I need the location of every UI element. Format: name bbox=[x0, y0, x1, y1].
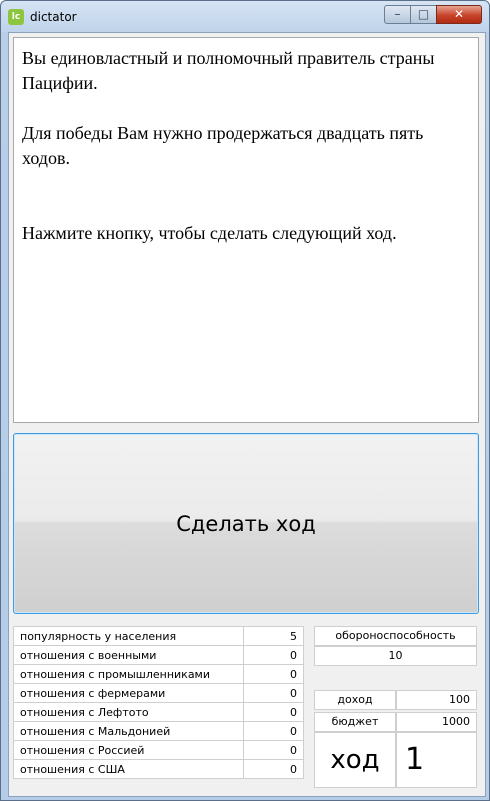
table-row: отношения с США 0 bbox=[13, 759, 304, 779]
income-label: доход bbox=[314, 690, 396, 710]
stat-value: 0 bbox=[243, 683, 304, 703]
window-title: dictator bbox=[30, 10, 77, 24]
stat-label: отношения с Россией bbox=[13, 740, 244, 760]
stat-label: отношения с США bbox=[13, 759, 244, 779]
message-spacer bbox=[22, 171, 470, 221]
stat-label: отношения с промышленниками bbox=[13, 664, 244, 684]
app-icon: lc bbox=[8, 9, 24, 25]
client-area: Вы единовластный и полномочный правитель… bbox=[8, 32, 486, 797]
message-textbox[interactable]: Вы единовластный и полномочный правитель… bbox=[13, 37, 479, 423]
message-line: Нажмите кнопку, чтобы сделать следующий … bbox=[22, 223, 397, 243]
defense-value: 10 bbox=[314, 646, 477, 666]
stat-value: 0 bbox=[243, 645, 304, 665]
stat-value: 0 bbox=[243, 702, 304, 722]
relations-table: популярность у населения 5 отношения с во… bbox=[13, 626, 304, 779]
minimize-button[interactable]: – bbox=[384, 5, 411, 24]
table-row: отношения с промышленниками 0 bbox=[13, 664, 304, 684]
stat-value: 0 bbox=[243, 664, 304, 684]
title-bar[interactable]: lc dictator – □ ✕ bbox=[1, 1, 489, 32]
turn-label: ход bbox=[314, 732, 396, 788]
make-turn-button[interactable]: Сделать ход bbox=[13, 433, 479, 614]
budget-label: бюджет bbox=[314, 712, 396, 732]
stat-value: 5 bbox=[243, 626, 304, 646]
stat-label: отношения с Мальдонией bbox=[13, 721, 244, 741]
table-row: отношения с Мальдонией 0 bbox=[13, 721, 304, 741]
turn-counter: 1 bbox=[396, 732, 477, 788]
stat-value: 0 bbox=[243, 759, 304, 779]
table-row: отношения с военными 0 bbox=[13, 645, 304, 665]
maximize-button[interactable]: □ bbox=[410, 5, 437, 24]
message-line: Для победы Вам нужно продержаться двадца… bbox=[22, 123, 424, 168]
table-row: отношения с Лефтото 0 bbox=[13, 702, 304, 722]
stat-label: популярность у населения bbox=[13, 626, 244, 646]
income-value: 100 bbox=[396, 690, 477, 710]
stat-label: отношения с военными bbox=[13, 645, 244, 665]
table-row: отношения с Россией 0 bbox=[13, 740, 304, 760]
message-line: Вы единовластный и полномочный правитель… bbox=[22, 48, 435, 93]
stat-value: 0 bbox=[243, 721, 304, 741]
stat-label: отношения с Лефтото bbox=[13, 702, 244, 722]
stat-label: отношения с фермерами bbox=[13, 683, 244, 703]
budget-value: 1000 bbox=[396, 712, 477, 732]
table-row: популярность у населения 5 bbox=[13, 626, 304, 646]
table-row: отношения с фермерами 0 bbox=[13, 683, 304, 703]
message-spacer bbox=[22, 96, 470, 121]
close-button[interactable]: ✕ bbox=[436, 5, 482, 24]
stat-value: 0 bbox=[243, 740, 304, 760]
defense-label: обороноспособность bbox=[314, 626, 477, 646]
app-window: lc dictator – □ ✕ Вы единовластный и пол… bbox=[0, 0, 490, 801]
